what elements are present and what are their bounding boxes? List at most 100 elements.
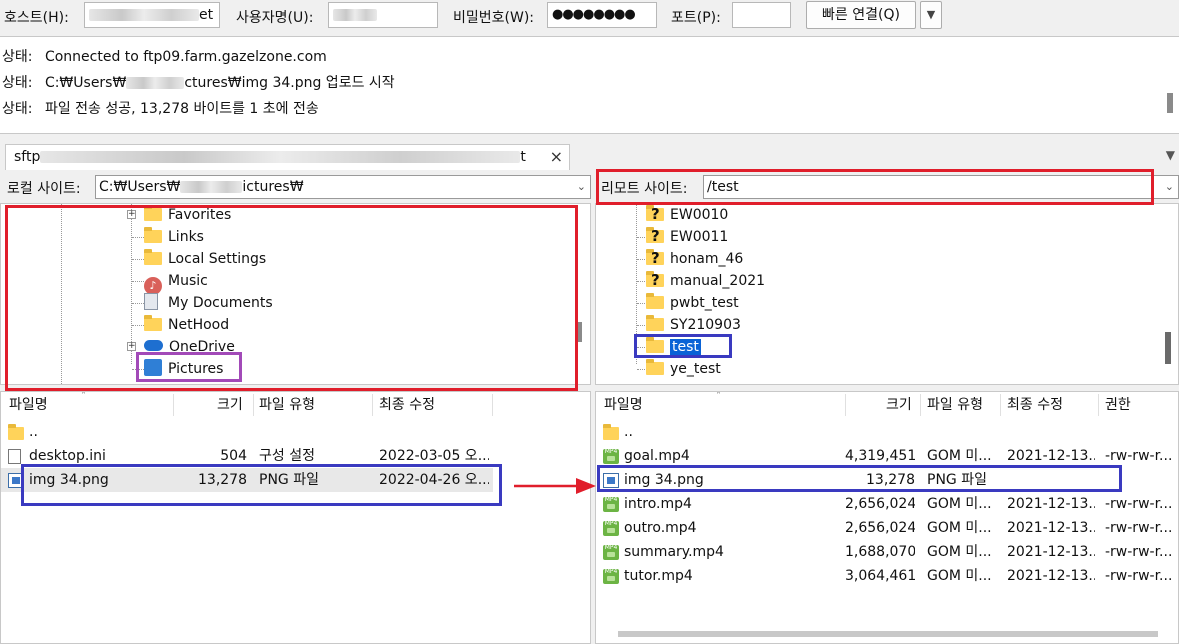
local-site-label: 로컬 사이트: <box>7 181 81 197</box>
file-name: summary.mp4 <box>624 544 724 560</box>
file-row[interactable]: .. <box>596 420 1178 444</box>
annotation-red-box-remote-path <box>596 169 1154 205</box>
tree-item-ew0010[interactable]: ? EW0010 <box>646 204 728 226</box>
column-header-filename[interactable]: 파일명 <box>604 392 643 418</box>
file-permissions: -rw-rw-r... <box>1105 520 1173 536</box>
column-header-type[interactable]: 파일 유형 <box>927 392 983 418</box>
file-modified: 2021-12-13... <box>1007 496 1095 512</box>
tree-item-pwbt-test[interactable]: pwbt_test <box>646 292 739 314</box>
file-name: .. <box>624 424 633 440</box>
log-scrollbar-thumb[interactable] <box>1167 93 1173 113</box>
file-row[interactable]: .. <box>1 420 493 444</box>
file-type: GOM 미... <box>927 568 992 584</box>
tree-item-label: ye_test <box>670 361 721 377</box>
quickconnect-history-dropdown[interactable]: ▼ <box>920 1 942 29</box>
log-prefix: 상태: <box>2 75 33 91</box>
file-permissions: -rw-rw-r... <box>1105 568 1173 584</box>
tree-item-label: manual_2021 <box>670 273 766 289</box>
file-type: GOM 미... <box>927 496 992 512</box>
column-header-size[interactable]: 크기 <box>217 392 243 418</box>
file-name: intro.mp4 <box>624 496 692 512</box>
tree-item-label: EW0010 <box>670 207 729 223</box>
tab-label-suffix: t <box>520 149 526 165</box>
tree-item-honam-46[interactable]: ? honam_46 <box>646 248 743 270</box>
folder-icon <box>646 315 664 331</box>
mp4-icon: MP4 <box>603 569 619 584</box>
remote-tree-scrollbar-thumb[interactable] <box>1165 332 1171 364</box>
folder-icon <box>603 424 619 440</box>
column-header-permissions[interactable]: 권한 <box>1105 392 1131 418</box>
close-icon[interactable]: × <box>550 145 563 169</box>
tree-item-label: honam_46 <box>670 251 744 267</box>
remote-list-horizontal-scrollbar[interactable] <box>618 631 1158 637</box>
quickconnect-button[interactable]: 빠른 연결(Q) <box>806 1 916 29</box>
host-input[interactable]: et <box>84 2 220 28</box>
mp4-icon: MP4 <box>603 449 619 464</box>
file-type: GOM 미... <box>927 520 992 536</box>
password-input[interactable]: ●●●●●●●● <box>547 2 657 28</box>
tree-item-label: SY210903 <box>670 317 741 333</box>
log-prefix: 상태: <box>2 101 33 117</box>
log-prefix: 상태: <box>2 49 33 65</box>
annotation-purple-box-pictures <box>136 352 242 382</box>
column-header-modified[interactable]: 최종 수정 <box>379 392 435 418</box>
message-log: 상태: Connected to ftp09.farm.gazelzone.co… <box>0 36 1179 134</box>
unknown-folder-icon: ? <box>646 205 664 223</box>
column-header-type[interactable]: 파일 유형 <box>259 392 315 418</box>
tree-item-manual-2021[interactable]: ? manual_2021 <box>646 270 765 292</box>
file-name: .. <box>29 424 38 440</box>
folder-icon <box>646 293 664 309</box>
tab-connection[interactable]: sftp t × <box>5 144 570 170</box>
quickconnect-bar: 호스트(H): et 사용자명(U): 비밀번호(W): ●●●●●●●● 포트… <box>0 0 1179 34</box>
tree-item-label: pwbt_test <box>670 295 739 311</box>
file-size: 2,656,024 <box>845 520 915 536</box>
settings-file-icon <box>8 449 21 464</box>
log-text-start: C:₩Users₩ <box>44 75 127 91</box>
chevron-down-icon[interactable]: ⌄ <box>1165 176 1174 198</box>
user-input[interactable] <box>328 2 438 28</box>
file-row[interactable]: MP4 intro.mp4 2,656,024 GOM 미... 2021-12-13.… <box>596 492 1178 516</box>
local-path-end: ictures₩ <box>242 179 304 195</box>
log-text: Connected to ftp09.farm.gazelzone.com <box>44 49 327 65</box>
tab-label-prefix: sftp <box>14 149 41 165</box>
file-row[interactable]: MP4 summary.mp4 1,688,070 GOM 미... 2021-12-1… <box>596 540 1178 564</box>
annotation-blue-box-local-file <box>21 464 502 506</box>
column-header-modified[interactable]: 최종 수정 <box>1007 392 1063 418</box>
file-name: tutor.mp4 <box>624 568 693 584</box>
log-line: 상태: 파일 전송 성공, 13,278 바이트를 1 초에 전송 <box>2 98 319 118</box>
tree-item-ew0011[interactable]: ? EW0011 <box>646 226 728 248</box>
file-modified: 2021-12-13... <box>1007 520 1095 536</box>
transfer-arrow-icon <box>514 478 596 494</box>
file-row[interactable]: MP4 outro.mp4 2,656,024 GOM 미... 2021-12-13.… <box>596 516 1178 540</box>
annotation-blue-box-remote-file <box>597 465 1122 492</box>
file-permissions: -rw-rw-r... <box>1105 544 1173 560</box>
log-text-end: ctures₩img 34.png 업로드 시작 <box>184 75 395 91</box>
column-header-filename[interactable]: 파일명 <box>9 392 48 418</box>
folder-icon <box>646 359 664 375</box>
file-row[interactable]: MP4 tutor.mp4 3,064,461 GOM 미... 2021-12-13.… <box>596 564 1178 588</box>
local-path-combobox[interactable]: C:₩Users₩ ictures₩ ⌄ <box>95 175 591 199</box>
tab-menu-icon[interactable]: ▼ <box>1166 148 1175 162</box>
file-modified: 2021-12-13... <box>1007 568 1095 584</box>
mp4-icon: MP4 <box>603 497 619 512</box>
port-input[interactable] <box>732 2 791 28</box>
remote-file-list: 파일명 ˄ 크기 파일 유형 최종 수정 권한 .. MP4 goal.mp4 4,3… <box>595 391 1179 644</box>
column-header-size[interactable]: 크기 <box>886 392 912 418</box>
unknown-folder-icon: ? <box>646 249 664 267</box>
host-label: 호스트(H): <box>4 10 69 26</box>
file-size: 1,688,070 <box>845 544 915 560</box>
file-name: outro.mp4 <box>624 520 697 536</box>
log-line: 상태: Connected to ftp09.farm.gazelzone.co… <box>2 46 327 66</box>
folder-icon <box>8 424 24 440</box>
local-path-start: C:₩Users₩ <box>99 179 181 195</box>
tree-item-sy210903[interactable]: SY210903 <box>646 314 741 336</box>
chevron-down-icon[interactable]: ⌄ <box>577 176 586 198</box>
annotation-red-box-local-tree <box>5 205 578 391</box>
unknown-folder-icon: ? <box>646 271 664 289</box>
host-value-suffix: et <box>199 7 214 23</box>
tree-item-ye-test[interactable]: ye_test <box>646 358 721 380</box>
annotation-blue-box-test-folder <box>634 334 732 358</box>
local-file-list: 파일명 ˄ 크기 파일 유형 최종 수정 .. desktop.ini 504 구성 … <box>0 391 591 644</box>
sort-ascending-icon: ˄ <box>81 391 86 402</box>
port-label: 포트(P): <box>671 10 721 26</box>
